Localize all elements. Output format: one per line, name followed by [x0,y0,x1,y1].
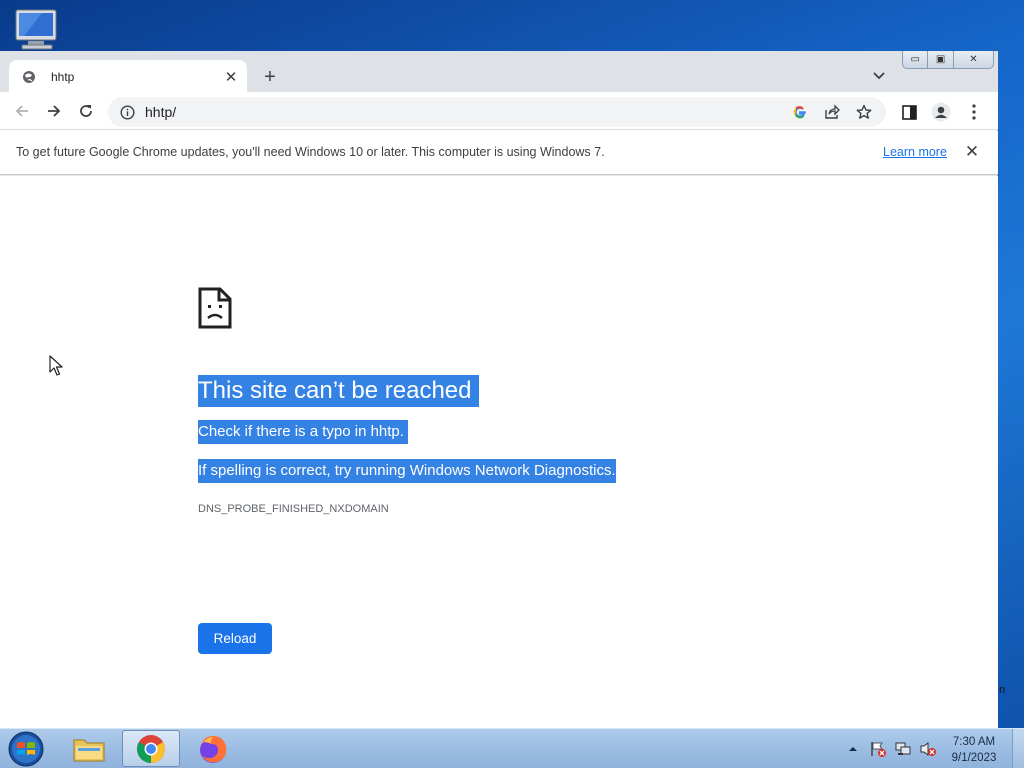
toolbar: hhtp/ [0,92,998,130]
error-title: This site can’t be reached [198,375,480,407]
infobar-message: To get future Google Chrome updates, you… [16,145,605,159]
profile-icon[interactable] [930,101,952,123]
window-controls: ▭ ▣ ✕ [902,51,994,69]
clock-date: 9/1/2023 [951,752,997,764]
reload-icon[interactable] [74,99,98,123]
tab-hhtp[interactable]: hhtp ✕ [9,60,247,93]
side-panel-icon[interactable] [898,101,920,123]
start-button[interactable] [6,731,46,767]
show-desktop-button[interactable] [1012,729,1024,768]
reload-button[interactable]: Reload [198,623,272,654]
address-bar[interactable]: hhtp/ [108,97,886,127]
maximize-button[interactable]: ▣ [928,51,954,68]
share-icon[interactable] [822,102,842,122]
learn-more-link[interactable]: Learn more [883,145,947,159]
url-text[interactable]: hhtp/ [145,104,790,120]
error-suggestion-typo: Check if there is a typo in hhtp. [198,420,408,444]
infobar-close-icon[interactable]: ✕ [962,141,982,163]
tab-close-icon[interactable]: ✕ [221,67,241,87]
sad-page-icon [198,287,232,329]
new-tab-button[interactable]: + [258,65,282,89]
mouse-cursor-icon [49,355,63,377]
error-page: This site can’t be reached Check if ther… [0,176,998,728]
network-icon[interactable] [892,738,914,760]
arrow-left-icon[interactable] [10,99,34,123]
error-suggestion-diagnostics: If spelling is correct, try running Wind… [198,459,616,483]
desktop-edge-mark: n [999,684,1006,696]
tab-title: hhtp [51,69,75,84]
tab-strip: hhtp ✕ + ▭ ▣ ✕ [0,51,998,93]
action-center-flag-icon[interactable] [867,738,889,760]
computer-icon[interactable] [14,8,64,52]
taskbar-clock[interactable]: 7:30 AM 9/1/2023 [948,734,1000,766]
show-hidden-icons-icon[interactable] [842,738,864,760]
google-icon[interactable] [790,102,810,122]
info-icon[interactable] [119,104,135,120]
browser-window: hhtp ✕ + ▭ ▣ ✕ hhtp/ To get future Googl… [0,51,998,728]
folder-icon[interactable] [60,730,118,767]
chevron-down-icon[interactable] [868,65,890,87]
kebab-menu-icon[interactable] [963,101,985,123]
arrow-right-icon[interactable] [42,99,66,123]
star-icon[interactable] [854,102,874,122]
system-tray [842,737,942,761]
volume-muted-icon[interactable] [917,738,939,760]
chrome-icon[interactable] [122,730,180,767]
error-code: DNS_PROBE_FINISHED_NXDOMAIN [198,503,389,515]
globe-icon [21,69,37,85]
minimize-button[interactable]: ▭ [903,51,929,68]
clock-time: 7:30 AM [952,736,996,748]
firefox-icon[interactable] [184,730,242,767]
taskbar: 7:30 AM 9/1/2023 [0,728,1024,768]
close-window-button[interactable]: ✕ [954,51,993,68]
update-infobar: To get future Google Chrome updates, you… [0,131,998,175]
